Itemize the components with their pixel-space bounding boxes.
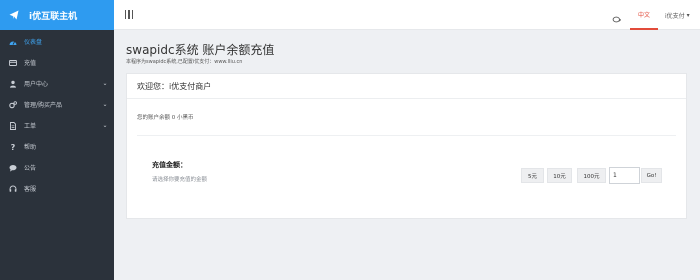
cogs-icon [9, 100, 17, 109]
sidebar-item-recharge[interactable]: 充值 [0, 52, 114, 73]
sidebar-item-label: 用户中心 [24, 81, 49, 88]
question-icon: ? [9, 143, 17, 151]
dashboard-icon [9, 38, 17, 46]
sidebar-item-label: 工单 [24, 123, 37, 130]
divider [137, 135, 676, 136]
sidebar: i优互联主机 仪表盘 充值 用户中心 ⌄ 管理/购买产品 ⌄ 工单 ⌄ ? 帮助… [0, 0, 114, 280]
recharge-amount-label: 充值金额： [152, 161, 187, 169]
svg-text:?: ? [11, 143, 16, 151]
page-title: swapidc系统 账户余额充值 [126, 43, 275, 57]
recharge-hint: 请选择你要充值的金额 [152, 177, 208, 183]
amount-100-button[interactable]: 100元 [577, 168, 606, 183]
file-icon [9, 121, 17, 130]
headset-icon [9, 185, 17, 193]
page-subtitle: 本程序为swapidc系统,已配置i优支付：www.lliu.cn [126, 59, 243, 65]
user-menu-label: i优支付 [665, 12, 685, 20]
panel-header: 欢迎您：i优支付商户 [127, 74, 686, 99]
comment-icon [9, 164, 17, 172]
paper-plane-icon [9, 10, 19, 20]
chevron-down-icon: ⌄ [102, 122, 108, 129]
user-menu[interactable]: i优支付 ▾ [665, 0, 690, 30]
go-button[interactable]: Go! [641, 168, 662, 183]
sidebar-item-label: 仪表盘 [24, 39, 43, 46]
amount-5-button[interactable]: 5元 [521, 168, 544, 183]
chat-icon[interactable] [612, 10, 622, 23]
card-icon [9, 59, 17, 67]
sidebar-item-label: 充值 [24, 60, 37, 67]
caret-down-icon: ▾ [686, 11, 690, 19]
sidebar-item-tickets[interactable]: 工单 ⌄ [0, 115, 114, 136]
top-navbar: 中文 i优支付 ▾ [114, 0, 700, 30]
sidebar-item-label: 客服 [24, 186, 37, 193]
sidebar-item-announcements[interactable]: 公告 [0, 157, 114, 178]
menu-toggle-icon[interactable] [125, 10, 133, 19]
sidebar-item-user-center[interactable]: 用户中心 ⌄ [0, 73, 114, 94]
language-label: 中文 [637, 11, 650, 19]
brand-name: i优互联主机 [29, 11, 78, 22]
sidebar-item-label: 公告 [24, 165, 37, 172]
chevron-down-icon: ⌄ [102, 80, 108, 87]
amount-10-button[interactable]: 10元 [547, 168, 572, 183]
sidebar-item-label: 帮助 [24, 144, 37, 151]
sidebar-nav: 仪表盘 充值 用户中心 ⌄ 管理/购买产品 ⌄ 工单 ⌄ ? 帮助 公告 客服 [0, 31, 114, 199]
sidebar-item-label: 管理/购买产品 [24, 102, 63, 109]
amount-input[interactable] [609, 167, 640, 184]
sidebar-item-help[interactable]: ? 帮助 [0, 136, 114, 157]
sidebar-item-customer-service[interactable]: 客服 [0, 178, 114, 199]
chevron-down-icon: ⌄ [102, 101, 108, 108]
sidebar-item-manage-products[interactable]: 管理/购买产品 ⌄ [0, 94, 114, 115]
language-switch[interactable]: 中文 [630, 0, 658, 30]
recharge-panel: 欢迎您：i优支付商户 您的账户余额 0 小黑币 充值金额： 请选择你要充值的金额… [126, 73, 687, 219]
sidebar-item-dashboard[interactable]: 仪表盘 [0, 31, 114, 52]
user-icon [9, 80, 17, 88]
balance-text: 您的账户余额 0 小黑币 [137, 115, 194, 121]
brand[interactable]: i优互联主机 [0, 0, 114, 30]
welcome-text: 欢迎您：i优支付商户 [137, 81, 212, 91]
